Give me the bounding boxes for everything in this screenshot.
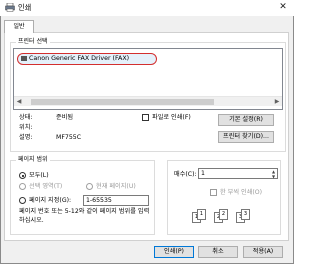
print-to-file-label[interactable]: 파일로 인쇄(F): [152, 113, 191, 122]
printer-list-scrollbar[interactable]: ◀ ▶: [14, 96, 282, 106]
scrollbar-thumb[interactable]: [31, 99, 214, 105]
collate-label[interactable]: 한 부씩 인쇄(O): [220, 188, 262, 197]
print-button[interactable]: 인쇄(P): [154, 246, 194, 258]
status-label: 상태:: [19, 114, 33, 121]
selected-printer-item[interactable]: Canon Generic FAX Driver (FAX): [17, 53, 157, 65]
window-title: 인쇄: [18, 3, 32, 12]
copies-label: 매수(C):: [174, 171, 197, 178]
location-label: 위치:: [19, 124, 33, 131]
printer-icon: [5, 3, 15, 12]
page-range-all-label[interactable]: 모두(L): [29, 171, 49, 180]
fax-printer-icon: [21, 56, 27, 61]
page-range-current-label[interactable]: 현재 페이지(U): [96, 182, 136, 191]
comment-label: 설명:: [19, 134, 33, 141]
title-bar: 인쇄 ✕: [0, 0, 294, 16]
comment-value: MF755C: [56, 134, 82, 141]
page-range-input[interactable]: 1-65535: [83, 195, 149, 206]
page-range-all-radio[interactable]: [19, 172, 26, 179]
scroll-left-icon[interactable]: ◀: [14, 97, 24, 107]
find-printer-button[interactable]: 프린터 찾기(D)...: [218, 131, 274, 143]
printer-select-label: 프린터 선택: [16, 38, 50, 46]
cancel-button[interactable]: 취소: [198, 246, 238, 258]
page-range-label: 페이지 범위: [16, 156, 50, 164]
print-to-file-checkbox[interactable]: [142, 114, 149, 121]
page-sheet: 2: [219, 209, 228, 220]
status-value: 준비됨: [56, 114, 74, 121]
preferences-button[interactable]: 기본 설정(R): [218, 114, 274, 126]
close-icon[interactable]: ✕: [275, 1, 291, 14]
page-range-current-radio[interactable]: [86, 183, 93, 190]
page-sheet: 3: [241, 209, 250, 220]
page-range-selection-label[interactable]: 선택 영역(T): [29, 182, 62, 191]
page-range-selection-radio[interactable]: [19, 183, 26, 190]
spin-down-icon[interactable]: ▼: [269, 174, 278, 179]
page-range-help-text: 페이지 번호 또는 5-12와 같이 페이지 범위를 입력하십시오.: [19, 208, 150, 224]
collate-illustration: 1 1 2 2 3 3: [192, 206, 260, 226]
scroll-right-icon[interactable]: ▶: [272, 97, 282, 107]
page-range-pages-label[interactable]: 페이지 지정(G):: [29, 196, 71, 205]
page-sheet: 1: [197, 209, 206, 220]
copies-value[interactable]: 1: [201, 169, 205, 178]
collate-checkbox[interactable]: [210, 189, 217, 196]
tab-general[interactable]: 일반: [4, 20, 34, 33]
apply-button[interactable]: 적용(A): [243, 246, 283, 258]
copies-spinner[interactable]: 1 ▲ ▼: [198, 168, 278, 179]
page-range-pages-radio[interactable]: [19, 197, 26, 204]
selected-printer-name: Canon Generic FAX Driver (FAX): [29, 55, 130, 62]
